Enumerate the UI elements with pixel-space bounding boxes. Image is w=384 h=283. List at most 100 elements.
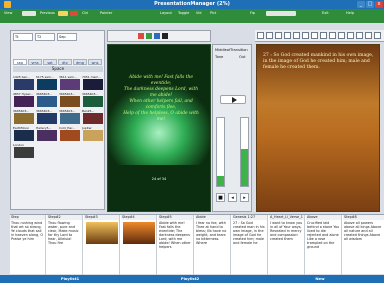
screen-icon[interactable] xyxy=(293,32,300,39)
right-level-fill xyxy=(241,148,248,186)
right-level-slider[interactable] xyxy=(240,117,249,187)
lyric-line: me! xyxy=(156,117,166,122)
playlist-item[interactable]: Step#8 Above all powers above all kings A… xyxy=(343,215,384,275)
media-thumbnail xyxy=(60,113,80,124)
preview-screen: Abide with me! Fast falls the eventide; … xyxy=(107,44,211,212)
screen-icon[interactable] xyxy=(311,32,318,39)
media-thumbnail xyxy=(14,79,34,90)
media-thumbnail xyxy=(60,79,80,90)
media-item[interactable]: Hallery5... xyxy=(36,126,58,142)
screen-icon[interactable] xyxy=(338,32,345,39)
screen-icon[interactable] xyxy=(365,32,372,39)
play-button[interactable] xyxy=(220,95,246,104)
minimize-button[interactable]: _ xyxy=(357,1,365,8)
lib-tab-wns[interactable]: wns xyxy=(88,59,102,65)
lib-tab-vms[interactable]: vms xyxy=(28,59,42,65)
screen-icon[interactable] xyxy=(329,32,336,39)
library-tabs: sep vms sat dtv dmg wns xyxy=(13,59,103,65)
playlist-thumbnail xyxy=(123,222,155,244)
media-item[interactable]: 3665403... xyxy=(82,92,104,108)
media-item[interactable]: 5175 sam... xyxy=(36,75,58,91)
media-thumbnail xyxy=(83,113,103,124)
screen-icon[interactable] xyxy=(347,32,354,39)
playlist-thumbnail xyxy=(86,222,118,244)
red-swatch-icon[interactable] xyxy=(138,33,144,39)
toolbar-row-2 xyxy=(0,16,384,23)
lib-tab-sat[interactable]: sat xyxy=(43,59,57,65)
next-button[interactable]: ▸ xyxy=(240,193,249,202)
tab-t2[interactable]: T2 xyxy=(35,33,55,41)
output-toolbar xyxy=(255,30,384,42)
transition-label: MiddleofTransition xyxy=(215,48,248,52)
space-selector[interactable]: Space xyxy=(13,66,103,72)
media-item[interactable]: Jupiter xyxy=(82,126,104,142)
lib-tab-dtv[interactable]: dtv xyxy=(58,59,72,65)
lib-tab-sep[interactable]: sep xyxy=(13,59,27,65)
tab-playlist2[interactable]: Playlist2 xyxy=(160,275,220,283)
tab-playlist1[interactable]: Playlist1 xyxy=(40,275,100,283)
playlist-item[interactable]: Step#3 xyxy=(84,215,120,275)
transition-controls: MiddleofTransition Tone Out ■ ◂ ▸ xyxy=(212,44,252,212)
out-label: Out xyxy=(239,55,246,59)
media-thumbnail xyxy=(14,130,34,141)
media-item[interactable]: 3665403... xyxy=(59,109,81,125)
media-item[interactable]: 1425 ben... xyxy=(13,75,35,91)
playlist-item[interactable]: Genesis 1:27 27 : So God created man in h… xyxy=(232,215,268,275)
media-caption: 7951 mam... xyxy=(82,75,102,79)
media-item[interactable]: London xyxy=(13,143,35,159)
lib-tab-dmg[interactable]: dmg xyxy=(73,59,87,65)
playlist-item-title: Step#4 xyxy=(121,215,156,220)
left-level-slider[interactable] xyxy=(216,117,225,187)
black-swatch-icon[interactable] xyxy=(162,33,168,39)
playlist-item[interactable]: Step#4 xyxy=(121,215,157,275)
media-item[interactable]: EarthMoon xyxy=(13,126,35,142)
playlist-item[interactable]: Step Thou rushing wind that art so strong… xyxy=(10,215,46,275)
playlist-item-text: Crucified laid behind a stone You lived … xyxy=(307,221,340,249)
media-item[interactable]: 7951 mam... xyxy=(82,75,104,91)
green-swatch-icon[interactable] xyxy=(146,33,152,39)
media-thumbnail xyxy=(37,130,57,141)
screen-icon[interactable] xyxy=(257,32,264,39)
tone-label: Tone xyxy=(215,55,224,59)
media-thumbnail xyxy=(14,147,34,158)
media-thumbnail xyxy=(37,96,57,107)
media-item[interactable]: Cold_Her... xyxy=(59,126,81,142)
media-item[interactable]: 4857 Hyper... xyxy=(13,92,35,108)
screen-icon[interactable] xyxy=(356,32,363,39)
media-thumbnail xyxy=(60,130,80,141)
media-thumbnail xyxy=(14,113,34,124)
stop-button[interactable]: ■ xyxy=(216,193,225,202)
media-item[interactable]: Bank5... xyxy=(82,109,104,125)
playlist-item[interactable]: Above Crucified laid behind a stone You l… xyxy=(306,215,342,275)
screen-icon[interactable] xyxy=(266,32,273,39)
close-button[interactable]: x xyxy=(375,1,383,8)
left-level-fill xyxy=(217,175,224,186)
tab-new[interactable]: New xyxy=(290,275,350,283)
playlist-item[interactable]: Step#2 Thou flowing water, pure and clear… xyxy=(47,215,83,275)
preview-lyrics: Abide with me! Fast falls the eventide; … xyxy=(116,75,206,123)
presentation-app: PresentationManager (2%) _ □ x View Prev… xyxy=(0,0,384,283)
screen-icon[interactable] xyxy=(284,32,291,39)
prev-button[interactable]: ◂ xyxy=(228,193,237,202)
playlist-item[interactable]: A_Heart_Li_Verse_1 I want to know you in … xyxy=(269,215,305,275)
media-item[interactable]: 3665403... xyxy=(13,109,35,125)
media-item[interactable]: 3665403... xyxy=(59,92,81,108)
blue-swatch-icon[interactable] xyxy=(154,33,160,39)
playlist-item[interactable]: Step#5 Abide with me! Fast falls the even… xyxy=(158,215,194,275)
playlist-item[interactable]: Abide I fear no foe, with Thee at hand to… xyxy=(195,215,231,275)
tab-sep[interactable]: Sep xyxy=(57,33,77,41)
screen-icon[interactable] xyxy=(275,32,282,39)
media-item[interactable]: 3665403... xyxy=(36,92,58,108)
library-panel: Tt T2 Sep sep vms sat dtv dmg wns Space … xyxy=(10,30,105,210)
playlist-tabs: Playlist1 Playlist2 New xyxy=(0,275,384,283)
media-item[interactable]: 3665403... xyxy=(36,109,58,125)
playlist-strip: Step Thou rushing wind that art so strong… xyxy=(10,214,384,275)
screen-icon[interactable] xyxy=(302,32,309,39)
screen-icon[interactable] xyxy=(374,32,381,39)
maximize-button[interactable]: □ xyxy=(366,1,374,8)
playlist-item-text: Abide with me! Fast falls the eventide; … xyxy=(159,221,191,249)
media-item[interactable]: 3611 sam... xyxy=(59,75,81,91)
tab-t1[interactable]: Tt xyxy=(13,33,33,41)
media-thumbnail xyxy=(83,79,103,90)
screen-icon[interactable] xyxy=(320,32,327,39)
